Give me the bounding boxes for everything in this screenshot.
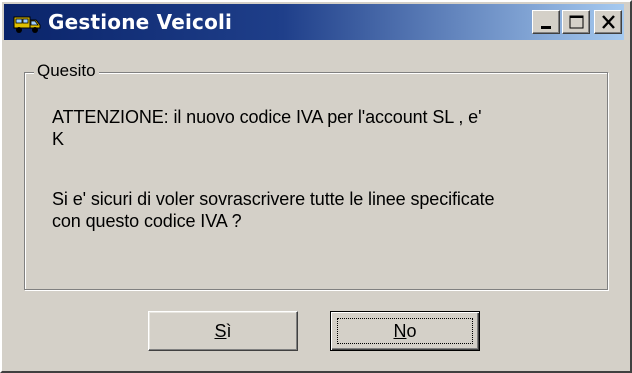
message-line-1: ATTENZIONE: il nuovo codice IVA per l'ac… bbox=[52, 107, 482, 127]
close-button[interactable] bbox=[594, 10, 622, 34]
title-bar[interactable]: Gestione Veicoli bbox=[4, 4, 624, 40]
minimize-button[interactable] bbox=[532, 10, 560, 34]
yes-button[interactable]: Sì bbox=[148, 311, 298, 351]
window-title: Gestione Veicoli bbox=[48, 10, 233, 34]
message-line-3: Si e' sicuri di voler sovrascrivere tutt… bbox=[52, 189, 495, 209]
close-icon bbox=[602, 15, 615, 29]
minimize-icon bbox=[541, 26, 551, 29]
maximize-icon bbox=[569, 15, 584, 29]
message-line-4: con questo codice IVA ? bbox=[52, 211, 242, 231]
groupbox-legend: Quesito bbox=[34, 60, 99, 82]
no-label-rest: o bbox=[406, 321, 417, 341]
yes-mnemonic: S bbox=[214, 321, 227, 341]
yes-button-label: Sì bbox=[214, 321, 231, 341]
no-mnemonic: N bbox=[393, 321, 407, 341]
maximize-button[interactable] bbox=[562, 10, 590, 34]
yes-label-rest: ì bbox=[226, 321, 232, 341]
no-button-label: No bbox=[393, 321, 416, 341]
no-button[interactable]: No bbox=[330, 311, 480, 351]
question-groupbox bbox=[24, 72, 608, 290]
truck-icon bbox=[12, 9, 42, 35]
message-line-2: K bbox=[52, 129, 64, 149]
